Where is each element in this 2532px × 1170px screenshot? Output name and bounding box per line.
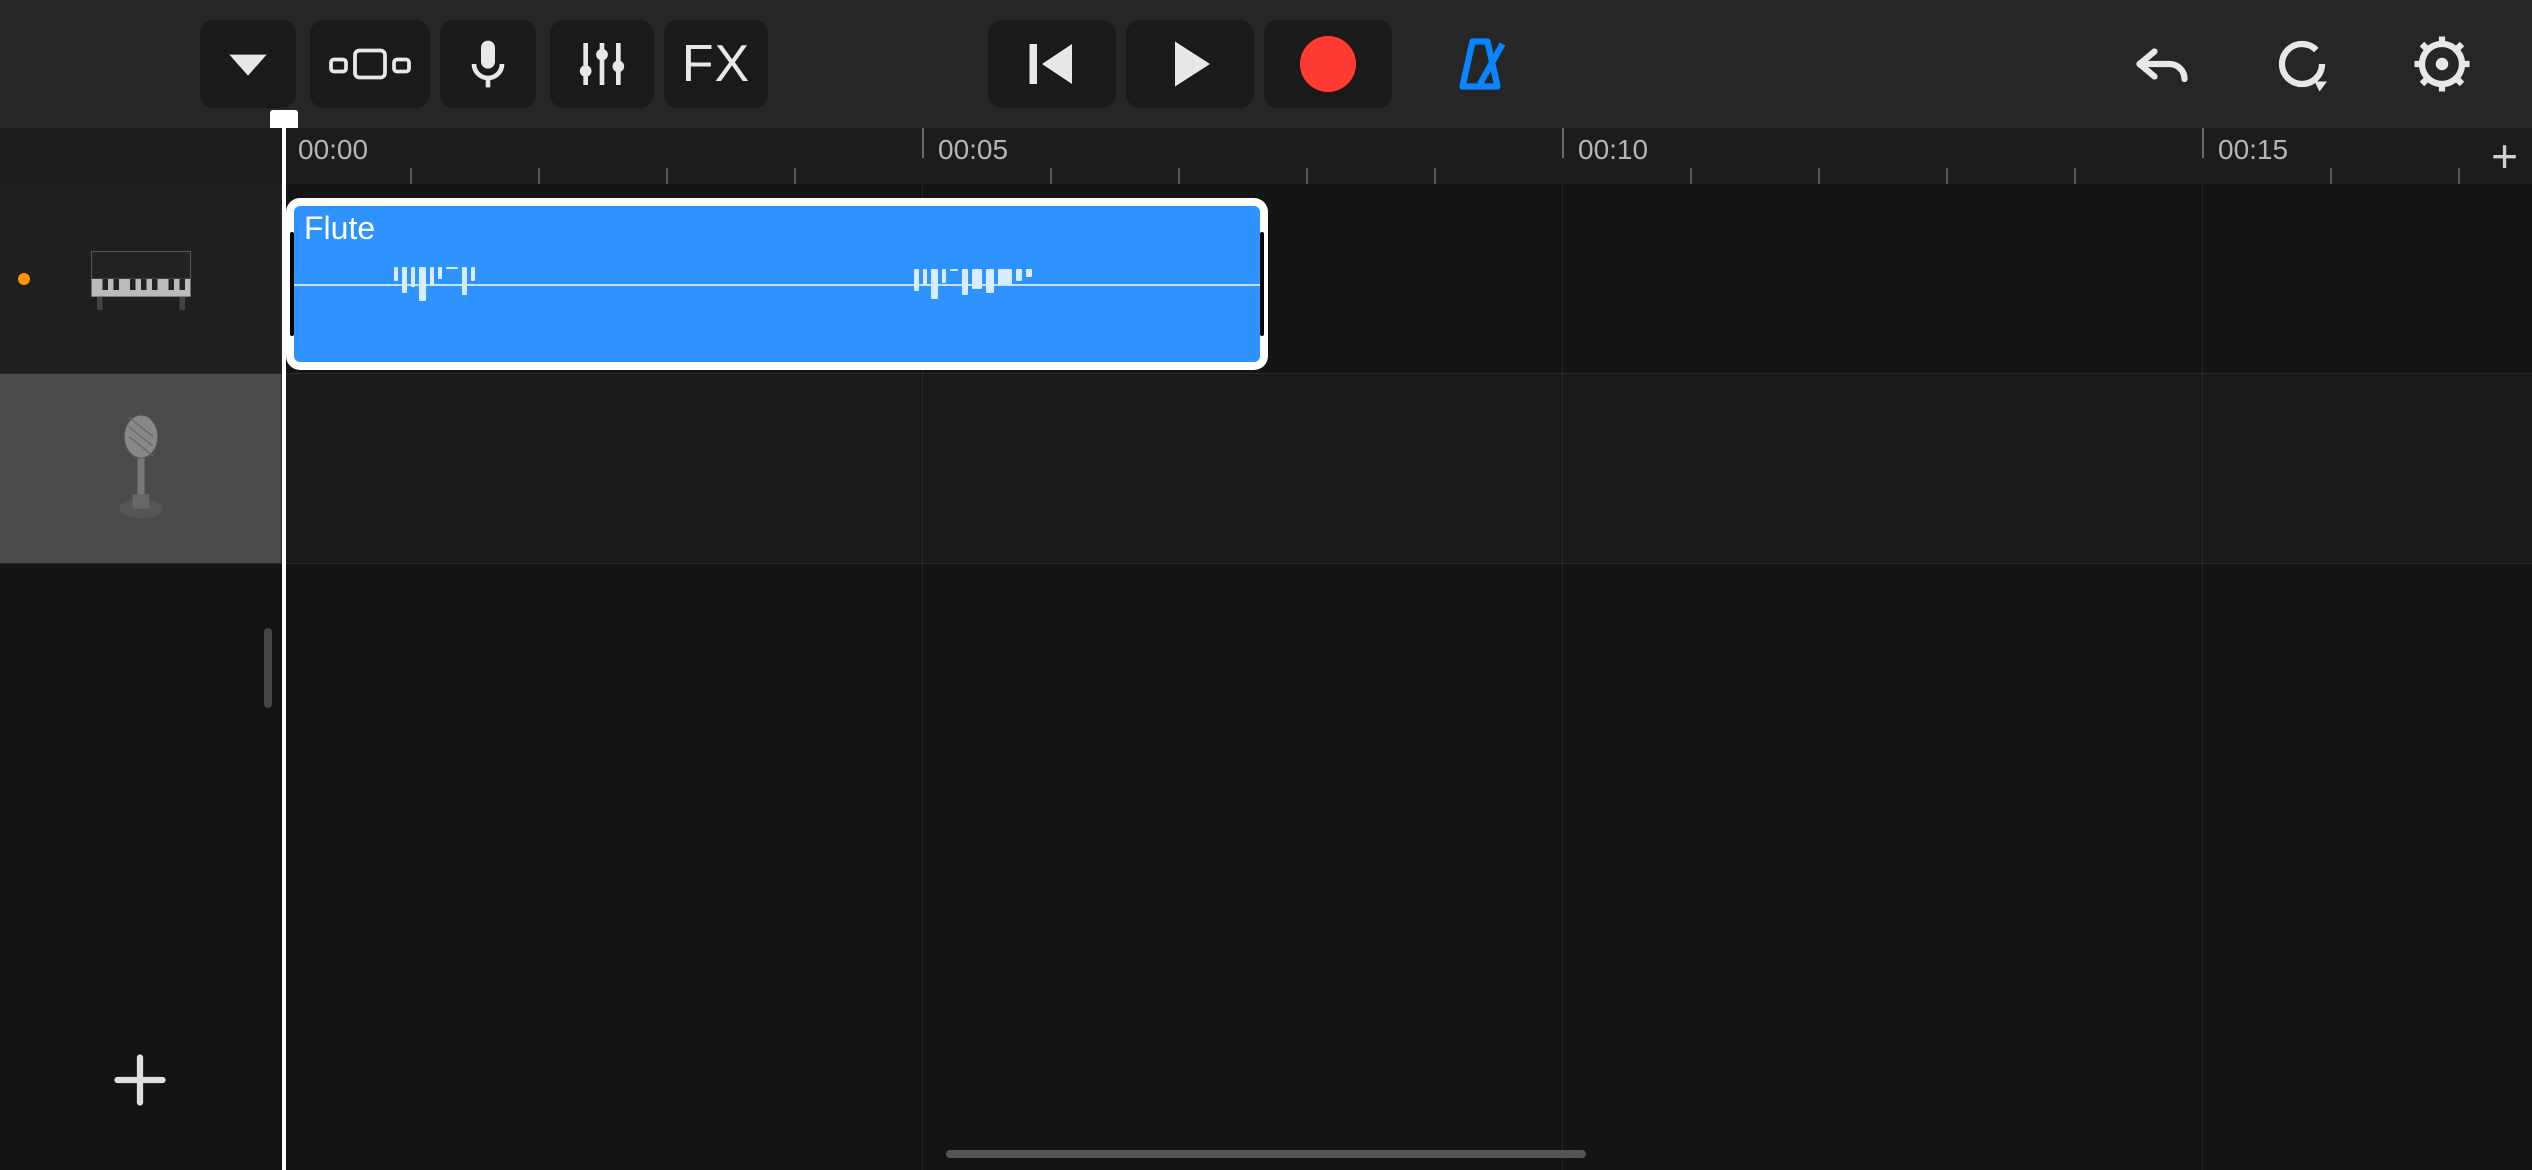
loop-icon (2272, 34, 2332, 94)
undo-button[interactable] (2122, 20, 2202, 108)
waveform-icon (394, 267, 475, 301)
ruler-tick (1946, 168, 1948, 184)
playhead[interactable] (282, 128, 286, 1170)
track-row-audio[interactable] (0, 374, 2532, 564)
ruler-time-label: 00:05 (938, 134, 1008, 166)
fx-label: FX (682, 34, 750, 94)
transport-group (988, 20, 1392, 108)
toolbar: FX (0, 0, 2532, 128)
audio-region-body[interactable]: Flute (294, 206, 1260, 362)
ruler-tick (666, 168, 668, 184)
region-label: Flute (304, 210, 375, 247)
waveform-icon (914, 269, 1032, 299)
ruler-tick (922, 128, 924, 158)
ruler-time-label: 00:10 (1578, 134, 1648, 166)
ruler-tick (2074, 168, 2076, 184)
sliders-icon (574, 36, 630, 92)
metronome-icon (1450, 34, 1510, 94)
ruler-tick (1178, 168, 1180, 184)
settings-button[interactable] (2402, 20, 2482, 108)
region-trim-right-handle[interactable] (1260, 232, 1264, 336)
rewind-start-icon (1022, 34, 1082, 94)
track-header-keyboard[interactable] (0, 184, 282, 373)
ruler-tick (1050, 168, 1052, 184)
browser-button[interactable] (200, 20, 296, 108)
instrument-button[interactable] (440, 20, 536, 108)
loop-button[interactable] (2262, 20, 2342, 108)
record-button[interactable] (1264, 20, 1392, 108)
metronome-button[interactable] (1432, 20, 1528, 108)
add-section-button[interactable]: + (2491, 129, 2518, 183)
home-indicator (946, 1150, 1586, 1158)
ruler-tick (1690, 168, 1692, 184)
time-ruler[interactable]: 00:00 00:05 00:10 00:15 + (0, 128, 2532, 184)
toolbar-left-group (200, 20, 296, 108)
ruler-time-label: 00:00 (298, 134, 368, 166)
gear-icon (2412, 34, 2472, 94)
track-header-audio[interactable] (0, 374, 282, 563)
ruler-tick (2202, 128, 2204, 158)
ruler-tick (1562, 128, 1564, 158)
record-icon (1300, 36, 1356, 92)
ruler-tick (2330, 168, 2332, 184)
track-controls-button[interactable] (550, 20, 654, 108)
track-scroll-indicator[interactable] (264, 628, 272, 708)
piano-icon (86, 244, 196, 314)
play-icon (1160, 34, 1220, 94)
undo-icon (2132, 34, 2192, 94)
mute-indicator-icon (18, 273, 30, 285)
ruler-tick (1306, 168, 1308, 184)
play-button[interactable] (1126, 20, 1254, 108)
toolbar-mix-group: FX (550, 20, 768, 108)
ruler-tick (410, 168, 412, 184)
ruler-tick (794, 168, 796, 184)
microphone-icon (460, 36, 516, 92)
ruler-time-label: 00:15 (2218, 134, 2288, 166)
fx-button[interactable]: FX (664, 20, 768, 108)
ruler-tick (538, 168, 540, 184)
microphone-instrument-icon (111, 414, 171, 524)
toolbar-right-group (2122, 20, 2482, 108)
track-view-button[interactable] (310, 20, 430, 108)
ruler-tick (1818, 168, 1820, 184)
ruler-tick (2458, 168, 2460, 184)
audio-region-flute[interactable]: Flute (286, 198, 1268, 370)
plus-icon (110, 1050, 170, 1110)
toolbar-view-group (310, 20, 536, 108)
ruler-tick (1434, 168, 1436, 184)
chevron-down-icon (220, 36, 276, 92)
track-view-icon (328, 36, 412, 92)
rewind-button[interactable] (988, 20, 1116, 108)
add-track-button[interactable] (110, 1050, 170, 1110)
